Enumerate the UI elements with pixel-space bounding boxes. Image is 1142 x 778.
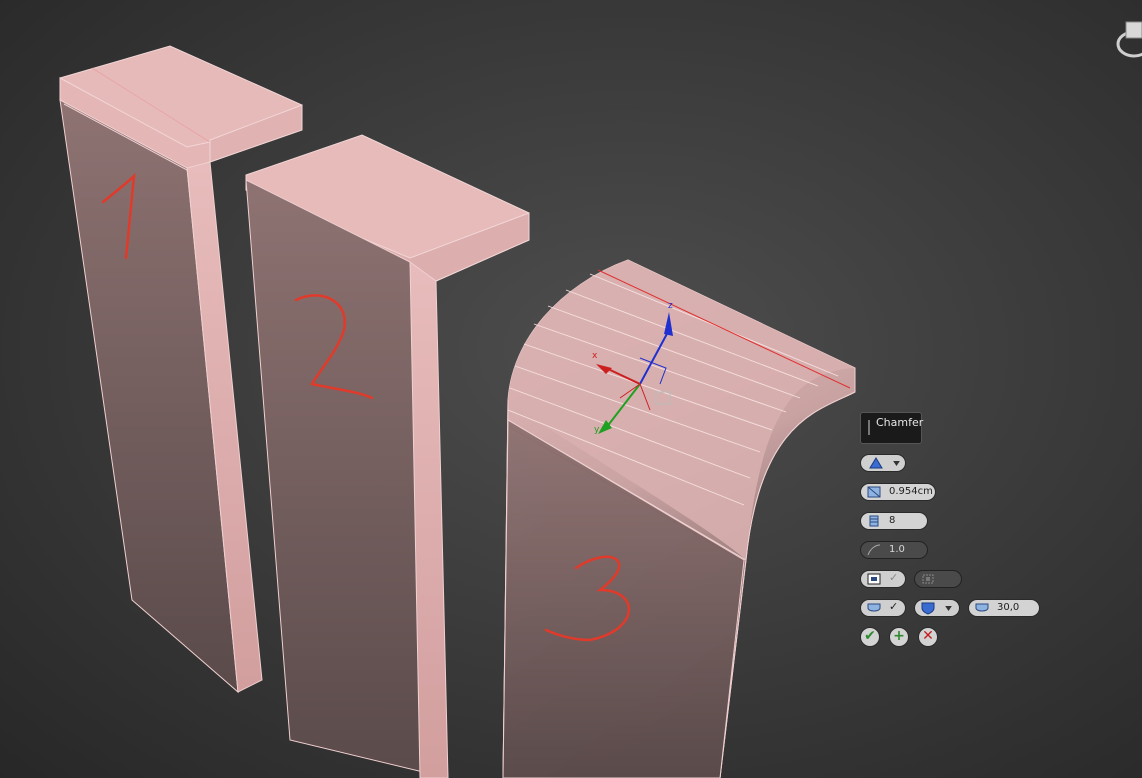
- chamfer-type-dropdown[interactable]: [860, 454, 906, 472]
- smooth-threshold-value[interactable]: 30,0: [997, 602, 1019, 613]
- chamfer-segments-spinner[interactable]: 8: [860, 512, 928, 530]
- checkmark-icon: ✓: [889, 571, 899, 584]
- tension-icon: [867, 544, 881, 556]
- ok-button[interactable]: ✔: [860, 627, 880, 647]
- 3d-viewport[interactable]: x y z: [0, 0, 1142, 778]
- gizmo-y-label: y: [594, 425, 600, 435]
- caddy-title-label: Chamfer: [876, 416, 924, 429]
- viewport-canvas[interactable]: x y z: [0, 0, 1142, 778]
- triangle-icon: [869, 457, 883, 469]
- chevron-down-icon: [893, 461, 900, 466]
- smooth-toggle[interactable]: ✓: [860, 599, 906, 617]
- smooth-icon: [867, 603, 881, 612]
- close-icon: ✕: [922, 628, 934, 644]
- caddy-title[interactable]: Chamfer: [860, 412, 924, 444]
- smooth-threshold-spinner[interactable]: 30,0: [968, 599, 1040, 617]
- smooth-type-dropdown[interactable]: [914, 599, 960, 617]
- shield-icon: [921, 602, 935, 615]
- quad-chamfer-toggle[interactable]: ✓: [860, 570, 906, 588]
- chamfer-only-toggle[interactable]: [914, 570, 962, 588]
- chamfer-amount-spinner[interactable]: 0.954cm: [860, 483, 936, 501]
- chamfer-tension-value[interactable]: 1.0: [889, 544, 905, 555]
- apply-and-continue-button[interactable]: +: [889, 627, 909, 647]
- chamfer-only-icon: [922, 574, 934, 584]
- chevron-down-icon: [945, 606, 952, 611]
- chamfer-tension-spinner[interactable]: 1.0: [860, 541, 928, 559]
- quad-intersection-icon: [867, 573, 881, 585]
- gizmo-x-label: x: [592, 351, 598, 361]
- plus-icon: +: [893, 628, 905, 644]
- chamfer-amount-value[interactable]: 0.954cm: [889, 486, 933, 497]
- checkmark-icon: ✓: [889, 600, 899, 613]
- segments-icon: [869, 515, 879, 527]
- cancel-button[interactable]: ✕: [918, 627, 938, 647]
- chamfer-segments-value[interactable]: 8: [889, 515, 895, 526]
- gizmo-z-label: z: [668, 301, 673, 311]
- amount-icon: [867, 486, 881, 498]
- ok-icon: ✔: [864, 628, 876, 644]
- smooth-threshold-icon: [975, 603, 989, 612]
